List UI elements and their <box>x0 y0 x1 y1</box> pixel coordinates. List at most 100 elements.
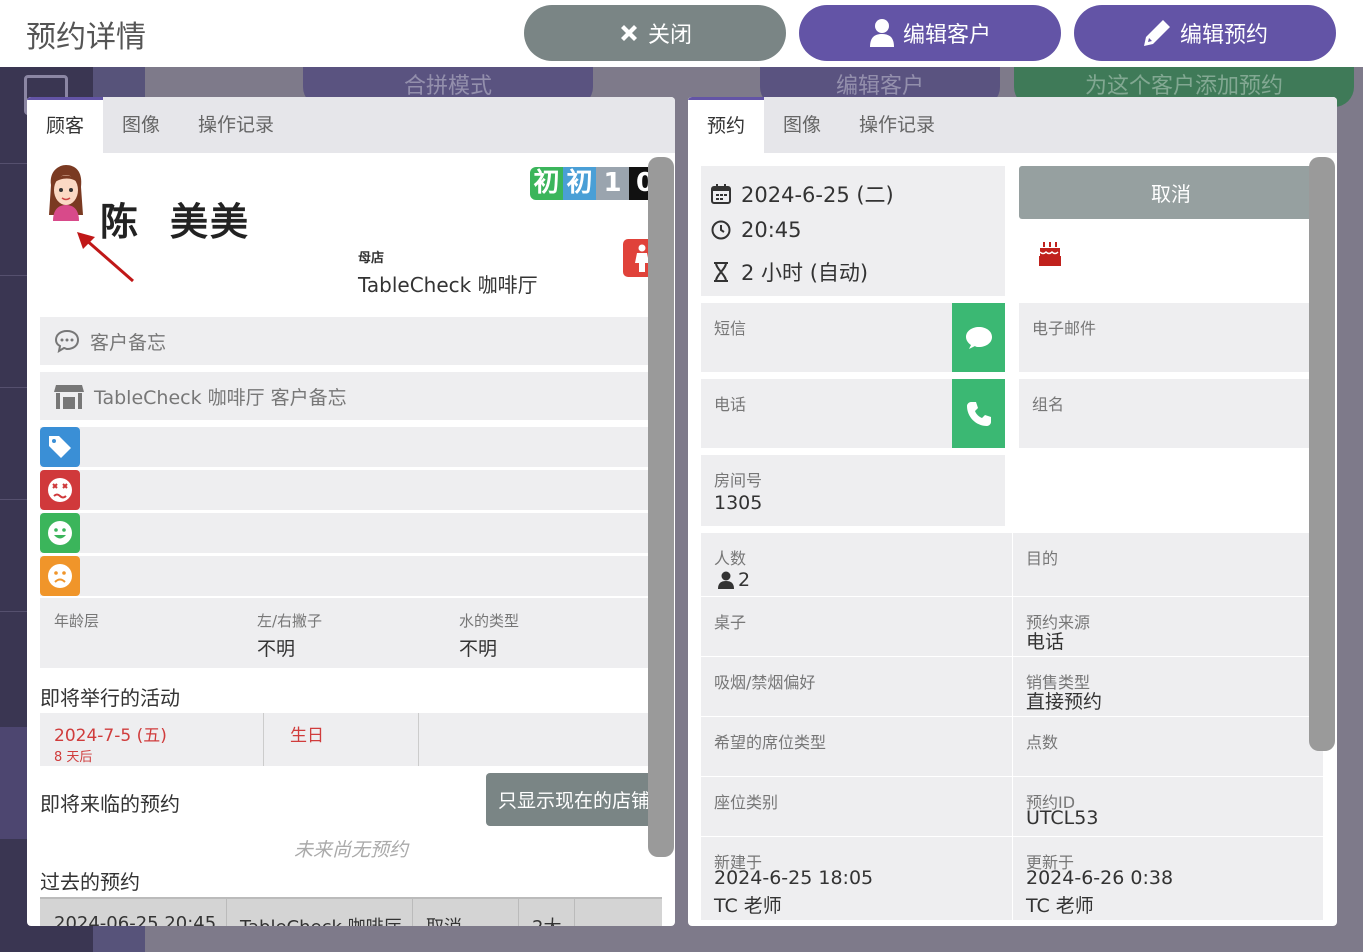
reservation-datetime[interactable]: 2024-6-25 (二) 20:45 2 小时 (自动) <box>701 166 1005 296</box>
customer-memo-row[interactable]: 客户备忘 <box>40 317 662 365</box>
table-cell: 桌子 <box>701 597 1011 656</box>
created-value: 2024-6-25 18:05 <box>714 867 874 889</box>
party-size-value-line: 2 <box>718 569 750 591</box>
smile-face-icon <box>40 513 80 553</box>
tag-icon <box>40 427 80 467</box>
no-upcoming-message: 未来尚无预约 <box>293 839 408 861</box>
email-label: 电子邮件 <box>1032 319 1097 338</box>
person-icon <box>718 571 734 589</box>
attribute-label: 左/右撇子 <box>257 612 323 630</box>
sales-type-value: 直接预约 <box>1026 691 1103 713</box>
room-number-value: 1305 <box>714 492 763 514</box>
details-row: 希望的席位类型 点数 <box>701 717 1323 777</box>
reservation-time-line: 20:45 <box>711 218 802 242</box>
group-name-field: 组名 <box>1019 379 1323 448</box>
like-row[interactable] <box>40 513 662 553</box>
customer-panel: 顾客 图像 操作记录 陈美美 初 初 1 0 母店 TableCheck 咖啡厅… <box>27 97 675 926</box>
current-store-only-button[interactable]: 只显示现在的店铺 <box>486 773 662 826</box>
pencil-icon <box>1143 20 1170 46</box>
close-button[interactable]: 关闭 <box>524 5 786 61</box>
tab-activity-log[interactable]: 操作记录 <box>840 97 954 153</box>
clock-icon <box>711 220 731 240</box>
past-status: 取消 <box>426 913 462 926</box>
tab-images[interactable]: 图像 <box>764 97 840 153</box>
event-row[interactable]: 2024-7-5 (五) 8 天后 生日 <box>40 713 662 766</box>
birthday-cake-icon <box>1039 242 1061 266</box>
attribute-value: 不明 <box>257 638 296 660</box>
edit-customer-button[interactable]: 编辑客户 <box>799 5 1061 61</box>
customer-name: 陈美美 <box>100 191 280 246</box>
source-cell: 预约来源 电话 <box>1013 597 1323 656</box>
reservation-panel-scrollbar[interactable] <box>1309 157 1335 751</box>
attribute-water-type: 水的类型 不明 <box>459 610 519 661</box>
calendar-icon <box>711 184 731 204</box>
past-reservations-title: 过去的预约 <box>40 870 140 894</box>
page-title: 预约详情 <box>26 20 146 55</box>
attribute-handedness: 左/右撇子 不明 <box>257 610 322 661</box>
phone-label: 电话 <box>714 395 747 414</box>
dizzy-face-icon <box>40 470 80 510</box>
reservation-duration-line: 2 小时 (自动) <box>711 257 868 287</box>
table-divider <box>574 899 575 926</box>
room-number-label: 房间号 <box>714 471 763 490</box>
home-store-label: 母店 <box>358 251 385 266</box>
tag-row[interactable] <box>40 427 662 467</box>
first-visit-badge: 初 <box>530 167 563 200</box>
purpose-label: 目的 <box>1026 549 1059 568</box>
created-cell: 新建于 2024-6-25 18:05 TC 老师 <box>701 837 1011 920</box>
room-number-field: 房间号 1305 <box>701 455 1005 526</box>
dislike-row[interactable] <box>40 470 662 510</box>
tab-customer[interactable]: 顾客 <box>27 97 104 153</box>
reservation-id-value: UTCL53 <box>1026 807 1099 829</box>
tab-images[interactable]: 图像 <box>103 97 179 153</box>
store-icon <box>54 385 84 409</box>
edit-reservation-button[interactable]: 编辑预约 <box>1074 5 1336 61</box>
customer-attributes: 年龄层 左/右撇子 不明 水的类型 不明 <box>40 598 662 668</box>
frown-face-shape <box>48 564 72 588</box>
updated-value: 2024-6-26 0:38 <box>1026 867 1174 889</box>
call-button[interactable] <box>952 379 1005 448</box>
customer-first-name: 美美 <box>170 200 251 244</box>
customer-avatar[interactable] <box>45 165 87 221</box>
details-row: 座位类别 预约ID UTCL53 <box>701 777 1323 837</box>
send-sms-button[interactable] <box>952 303 1005 372</box>
reservation-duration: 2 小时 (自动) <box>741 261 869 285</box>
user-icon <box>869 19 894 47</box>
phone-field: 电话 <box>701 379 1005 448</box>
tab-reservation[interactable]: 预约 <box>688 97 765 153</box>
dizzy-face-shape <box>48 478 72 502</box>
points-cell: 点数 <box>1013 717 1323 776</box>
customer-memo-label: 客户备忘 <box>90 331 167 354</box>
customer-tabs: 顾客 图像 操作记录 <box>27 97 675 153</box>
seat-category-label: 座位类别 <box>714 793 779 812</box>
attribute-age-group: 年龄层 <box>54 610 99 634</box>
party-size-label: 人数 <box>714 549 747 568</box>
table-divider <box>418 713 419 766</box>
tab-activity-log[interactable]: 操作记录 <box>179 97 293 153</box>
close-icon <box>620 25 637 41</box>
table-divider <box>226 899 227 926</box>
sales-type-cell: 销售类型 直接预约 <box>1013 657 1323 716</box>
past-reservation-row[interactable]: 2024-06-25 20:45 TableCheck 咖啡厅 取消 2大 <box>40 897 662 926</box>
reservation-id-cell: 预约ID UTCL53 <box>1013 777 1323 836</box>
email-field: 电子邮件 <box>1019 303 1323 372</box>
customer-panel-scrollbar[interactable] <box>648 157 674 857</box>
sms-field: 短信 <box>701 303 1005 372</box>
details-row: 新建于 2024-6-25 18:05 TC 老师 更新于 2024-6-26 … <box>701 837 1323 921</box>
complaint-row[interactable] <box>40 556 662 596</box>
seat-preference-cell: 希望的席位类型 <box>701 717 1011 776</box>
store-memo-row[interactable]: TableCheck 咖啡厅 客户备忘 <box>40 372 662 420</box>
home-store-value: TableCheck 咖啡厅 <box>358 273 538 297</box>
visit-count-badge: 1 <box>596 167 629 200</box>
smile-face-shape <box>48 521 72 545</box>
attribute-label: 年龄层 <box>54 612 100 630</box>
past-party: 2大 <box>532 913 561 926</box>
source-value: 电话 <box>1026 631 1065 653</box>
details-row: 桌子 预约来源 电话 <box>701 597 1323 657</box>
smoking-label: 吸烟/禁烟偏好 <box>714 673 816 692</box>
modal-header: 预约详情 关闭 编辑客户 编辑预约 <box>0 0 1363 67</box>
reservation-tabs: 预约 图像 操作记录 <box>688 97 1337 153</box>
party-size-cell: 人数 2 <box>701 533 1011 596</box>
party-size-value: 2 <box>738 569 751 591</box>
cancel-reservation-button[interactable]: 取消 <box>1019 166 1323 219</box>
